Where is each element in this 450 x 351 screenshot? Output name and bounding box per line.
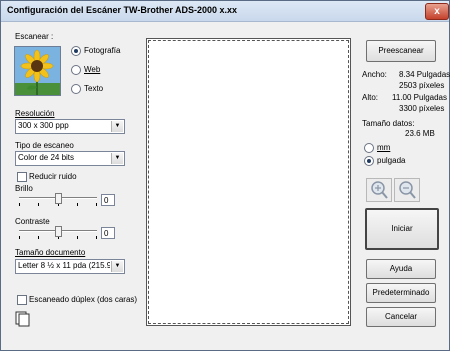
chevron-down-icon: ▼ bbox=[111, 121, 123, 132]
prescan-button[interactable]: Preescanear bbox=[366, 40, 436, 62]
chevron-down-icon: ▼ bbox=[111, 261, 123, 272]
tick bbox=[19, 203, 20, 206]
height-pixels: 3300 píxeles bbox=[399, 104, 445, 113]
tick bbox=[38, 236, 39, 239]
radio-mm[interactable] bbox=[364, 143, 374, 153]
radio-text-label: Texto bbox=[84, 84, 104, 93]
doc-size-label: Tamaño documento bbox=[15, 248, 86, 257]
brightness-value[interactable]: 0 bbox=[101, 194, 115, 206]
help-button[interactable]: Ayuda bbox=[366, 259, 436, 279]
chevron-down-icon: ▼ bbox=[111, 153, 123, 164]
resolution-value: 300 x 300 ppp bbox=[18, 121, 69, 130]
photo-preview-icon bbox=[14, 46, 61, 96]
title-bar: Configuración del Escáner TW-Brother ADS… bbox=[1, 1, 449, 22]
tick bbox=[19, 236, 20, 239]
scan-label: Escanear : bbox=[15, 32, 54, 41]
radio-photo-label: Fotografía bbox=[84, 46, 121, 55]
start-button[interactable]: Iniciar bbox=[365, 208, 439, 250]
contrast-label: Contraste bbox=[15, 217, 50, 226]
zoom-in-button[interactable] bbox=[366, 178, 392, 202]
noise-label: Reducir ruido bbox=[29, 172, 77, 181]
scanner-dialog: Configuración del Escáner TW-Brother ADS… bbox=[0, 0, 450, 351]
close-button[interactable]: x bbox=[425, 3, 449, 20]
resolution-label: Resolución bbox=[15, 109, 55, 118]
radio-mm-label: mm bbox=[377, 143, 391, 152]
duplex-pages-icon bbox=[15, 311, 31, 327]
duplex-label: Escaneado dúplex (dos caras) bbox=[29, 295, 138, 304]
scan-type-value: Color de 24 bits bbox=[18, 153, 75, 162]
height-inches: 11.00 Pulgadas bbox=[392, 93, 448, 102]
brightness-thumb[interactable] bbox=[55, 193, 62, 204]
radio-web-label: Web bbox=[84, 65, 101, 74]
noise-checkbox[interactable] bbox=[17, 172, 27, 182]
doc-size-select[interactable]: Letter 8 ½ x 11 pda (215.9 ▼ bbox=[15, 259, 125, 274]
zoom-out-button[interactable] bbox=[394, 178, 420, 202]
zoom-out-icon bbox=[399, 181, 416, 199]
scan-type-label: Tipo de escaneo bbox=[15, 141, 74, 150]
tick bbox=[38, 203, 39, 206]
width-inches: 8.34 Pulgadas bbox=[399, 70, 450, 79]
tick bbox=[96, 236, 97, 239]
resolution-select[interactable]: 300 x 300 ppp ▼ bbox=[15, 119, 125, 134]
default-button[interactable]: Predeterminado bbox=[366, 283, 436, 303]
brightness-label: Brillo bbox=[15, 184, 33, 193]
radio-photo[interactable] bbox=[71, 46, 81, 56]
scan-type-select[interactable]: Color de 24 bits ▼ bbox=[15, 151, 125, 166]
tick bbox=[77, 236, 78, 239]
datasize-value: 23.6 MB bbox=[405, 129, 435, 138]
radio-web[interactable] bbox=[71, 65, 81, 75]
width-label: Ancho: bbox=[362, 70, 387, 79]
zoom-in-icon bbox=[371, 181, 388, 199]
tick bbox=[77, 203, 78, 206]
cancel-button[interactable]: Cancelar bbox=[366, 307, 436, 327]
contrast-value[interactable]: 0 bbox=[101, 227, 115, 239]
datasize-label: Tamaño datos: bbox=[362, 119, 415, 128]
radio-inch[interactable] bbox=[364, 156, 374, 166]
width-pixels: 2503 píxeles bbox=[399, 81, 445, 90]
doc-size-value: Letter 8 ½ x 11 pda (215.9 bbox=[18, 261, 110, 270]
height-label: Alto: bbox=[362, 93, 379, 102]
window-title: Configuración del Escáner TW-Brother ADS… bbox=[7, 5, 238, 15]
tick bbox=[96, 203, 97, 206]
duplex-checkbox[interactable] bbox=[17, 295, 27, 305]
radio-text[interactable] bbox=[71, 84, 81, 94]
scan-area-outline bbox=[148, 40, 349, 324]
radio-inch-label: pulgada bbox=[377, 156, 406, 165]
preview-area[interactable] bbox=[146, 38, 351, 326]
contrast-thumb[interactable] bbox=[55, 226, 62, 237]
